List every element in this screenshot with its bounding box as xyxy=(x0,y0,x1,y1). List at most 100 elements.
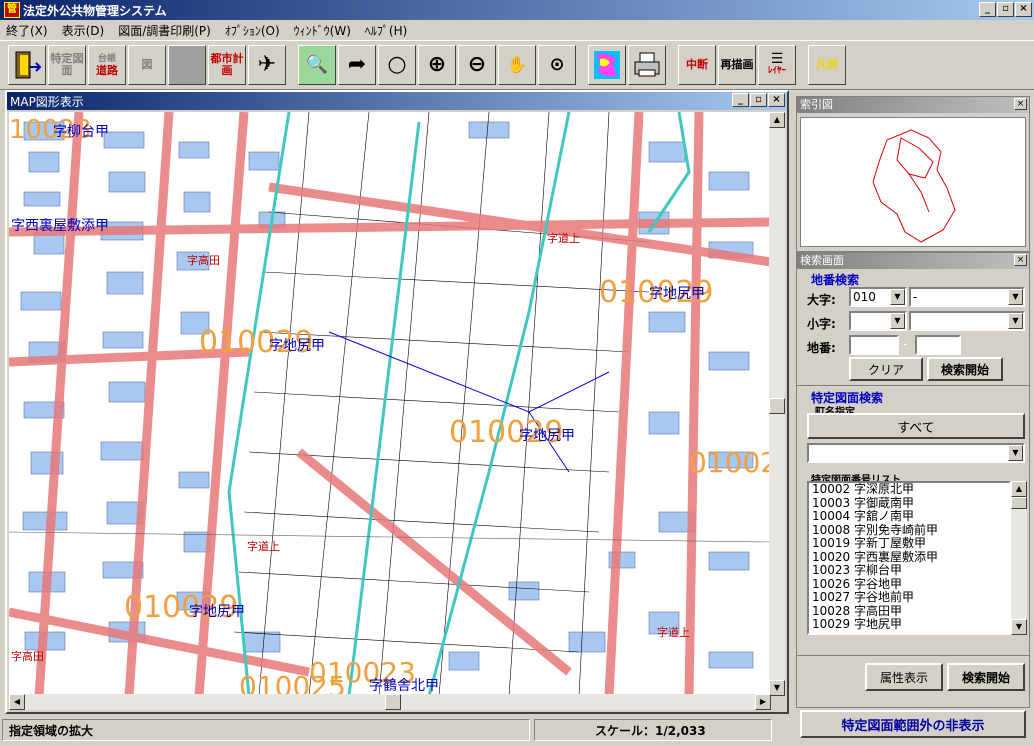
vertical-scroll-thumb[interactable] xyxy=(769,398,785,414)
exit-door-icon xyxy=(15,51,42,79)
list-item[interactable]: 10008 字別免寺崎前甲 xyxy=(812,523,1009,538)
map-vertical-scrollbar[interactable]: ▲ ▼ xyxy=(769,112,785,696)
maximize-button[interactable]: ▫ xyxy=(997,2,1014,17)
layer-button[interactable]: ☰ ﾚｲﾔｰ xyxy=(758,45,796,85)
printer-icon xyxy=(634,52,660,77)
search-panel: 検索画面 × 地番検索 大字: 010 ▼ - ▼ 小字: ▼ ▼ 地番: - クリア… xyxy=(796,252,1030,708)
list-item[interactable]: 10019 字新丁屋敷甲 xyxy=(812,536,1009,551)
menu-help[interactable]: ﾍﾙﾌﾟ(H) xyxy=(365,22,407,39)
lot-search-label: 地番検索 xyxy=(811,273,860,287)
list-item[interactable]: 10027 字谷地前甲 xyxy=(812,590,1009,605)
chevron-down-icon[interactable]: ▼ xyxy=(1008,289,1023,305)
redraw-button[interactable]: 再描画 xyxy=(718,45,756,85)
scroll-right-arrow-icon[interactable]: ▶ xyxy=(755,694,771,710)
plane-icon: ✈ xyxy=(257,52,277,77)
map-horizontal-scrollbar[interactable]: ◀ ▶ xyxy=(9,694,771,710)
hide-out-of-range-button[interactable]: 特定図面範囲外の非表示 xyxy=(800,710,1026,738)
scroll-up-arrow-icon[interactable]: ▲ xyxy=(1011,481,1027,497)
map-minimize-button[interactable]: _ xyxy=(732,93,749,107)
special-search-button[interactable]: 検索開始 xyxy=(947,663,1025,691)
attribute-display-button[interactable]: 属性表示 xyxy=(865,663,943,691)
search-panel-close-icon[interactable]: × xyxy=(1014,254,1027,266)
scroll-down-arrow-icon[interactable]: ▼ xyxy=(769,680,785,696)
list-scroll-thumb[interactable] xyxy=(1011,497,1027,509)
status-scale: スケール：1/2,033 xyxy=(534,719,772,741)
koaza-name-select[interactable]: ▼ xyxy=(909,311,1025,331)
specified-map-button[interactable]: 特定図面 xyxy=(48,45,86,85)
close-button[interactable]: × xyxy=(1015,2,1032,17)
print-button[interactable] xyxy=(628,45,666,85)
zoom-in-button[interactable]: ⊕ xyxy=(418,45,456,85)
map-canvas[interactable]: 10023 字柳台甲 字西裏屋敷添甲 010029 字地尻甲 010029 字地… xyxy=(9,112,771,696)
scroll-down-arrow-icon[interactable]: ▼ xyxy=(1011,619,1027,635)
zoom-button[interactable]: ○ xyxy=(378,45,416,85)
city-planning-button[interactable]: 都市計画 xyxy=(208,45,246,85)
scroll-left-arrow-icon[interactable]: ◀ xyxy=(9,694,25,710)
index-panel-close-icon[interactable]: × xyxy=(1014,98,1027,110)
interrupt-button[interactable]: 中断 xyxy=(678,45,716,85)
chiban-input-1[interactable] xyxy=(849,335,899,355)
zoom-out-button[interactable]: ⊖ xyxy=(458,45,496,85)
legend-button[interactable]: 凡例 xyxy=(808,45,846,85)
list-item[interactable]: 10028 字高田甲 xyxy=(812,604,1009,619)
zoom-out-icon: ⊖ xyxy=(467,52,487,77)
map-close-button[interactable]: × xyxy=(768,93,785,107)
title-bar: 管 法定外公共物管理システム _ ▫ × xyxy=(0,0,1034,20)
map-button[interactable]: 図 xyxy=(128,45,166,85)
map-area-name: 字地尻甲 xyxy=(269,338,325,354)
menu-window[interactable]: ｳｨﾝﾄﾞｳ(W) xyxy=(294,22,351,39)
chiban-separator: - xyxy=(903,337,908,351)
list-scrollbar[interactable]: ▲ ▼ xyxy=(1011,481,1027,635)
list-item[interactable]: 10002 字深原北甲 xyxy=(812,483,1009,497)
chevron-down-icon[interactable]: ▼ xyxy=(890,289,905,305)
pan-hand-icon: ✋ xyxy=(507,55,527,74)
chiban-input-2[interactable] xyxy=(915,335,961,355)
toolbar: 特定図面 台帳 道路 図 都市計画 ✈ 🔍 ➦ ○ ⊕ ⊖ ✋ ⊙ 中断 再描画 … xyxy=(0,40,1034,90)
koaza-code-select[interactable]: ▼ xyxy=(849,311,907,331)
chiban-label: 地番: xyxy=(807,341,836,355)
oaza-code-select[interactable]: 010 ▼ xyxy=(849,287,907,307)
menu-print[interactable]: 図面/調書印刷(P) xyxy=(118,22,211,39)
road-ledger-button[interactable]: 台帳 道路 xyxy=(88,45,126,85)
map-maximize-button[interactable]: ▫ xyxy=(750,93,767,107)
minimize-button[interactable]: _ xyxy=(979,2,996,17)
blank-button[interactable] xyxy=(168,45,206,85)
index-map[interactable] xyxy=(800,117,1026,247)
oaza-name-select[interactable]: - ▼ xyxy=(909,287,1025,307)
koaza-label: 小字: xyxy=(807,317,836,331)
list-item[interactable]: 10004 字舘ノ南甲 xyxy=(812,509,1009,524)
color-map-button[interactable] xyxy=(588,45,626,85)
exit-button[interactable] xyxy=(8,45,46,85)
clear-button[interactable]: クリア xyxy=(849,357,923,381)
plane-button[interactable]: ✈ xyxy=(248,45,286,85)
lot-search-button[interactable]: 検索開始 xyxy=(927,357,1003,381)
menu-options[interactable]: ｵﾌﾟｼｮﾝ(O) xyxy=(225,22,280,39)
app-icon: 管 xyxy=(4,2,20,18)
list-item[interactable]: 10020 字西裏屋敷添甲 xyxy=(812,550,1009,565)
all-towns-button[interactable]: すべて xyxy=(807,413,1025,439)
chevron-down-icon[interactable]: ▼ xyxy=(1008,445,1023,461)
scroll-up-arrow-icon[interactable]: ▲ xyxy=(769,112,785,128)
zoom-icon: ○ xyxy=(387,52,407,77)
chevron-down-icon[interactable]: ▼ xyxy=(890,313,905,329)
horizontal-scroll-thumb[interactable] xyxy=(385,694,401,710)
magnify-button[interactable]: 🔍 xyxy=(298,45,336,85)
town-select[interactable]: ▼ xyxy=(807,443,1025,463)
list-item[interactable]: 10026 字谷地甲 xyxy=(812,577,1009,592)
map-number-list[interactable]: 10002 字深原北甲 10003 字御蔵南甲 10004 字舘ノ南甲 1000… xyxy=(807,481,1011,635)
chevron-down-icon[interactable]: ▼ xyxy=(1008,313,1023,329)
center-button[interactable]: ⊙ xyxy=(538,45,576,85)
map-area-code: 01002 xyxy=(689,446,771,479)
menu-exit[interactable]: 終了(X) xyxy=(6,22,48,39)
status-bar: 指定領域の拡大 スケール：1/2,033 xyxy=(0,716,790,744)
list-item[interactable]: 10003 字御蔵南甲 xyxy=(812,496,1009,511)
redo-button[interactable]: ➦ xyxy=(338,45,376,85)
menu-view[interactable]: 表示(D) xyxy=(62,22,105,39)
list-item[interactable]: 10023 字柳台甲 xyxy=(812,563,1009,578)
map-area-name: 字地尻甲 xyxy=(519,428,575,444)
list-item[interactable]: 10029 字地尻甲 xyxy=(812,617,1009,632)
zoom-in-icon: ⊕ xyxy=(427,52,447,77)
pan-button[interactable]: ✋ xyxy=(498,45,536,85)
center-icon: ⊙ xyxy=(549,54,565,75)
cadastral-map[interactable]: 10023 字柳台甲 字西裏屋敷添甲 010029 字地尻甲 010029 字地… xyxy=(9,112,771,696)
